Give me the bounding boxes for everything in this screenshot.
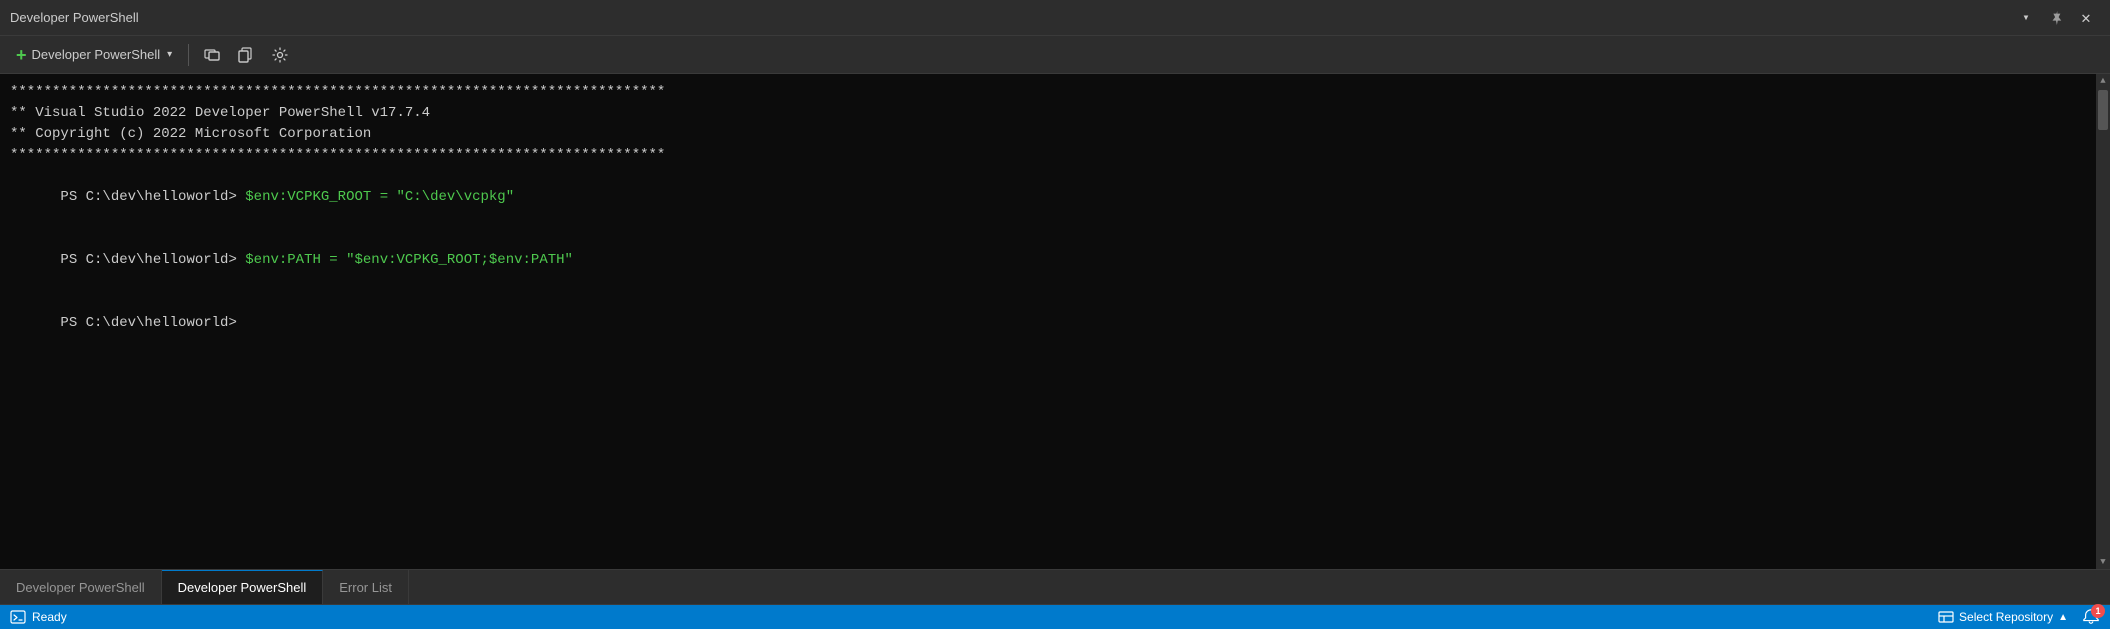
tabs-bar: Developer PowerShell Developer PowerShel…	[0, 569, 2110, 605]
pin-icon	[2049, 11, 2063, 25]
plus-icon: +	[16, 46, 27, 64]
gear-icon	[272, 47, 288, 63]
cmd-line-1: PS C:\dev\helloworld> $env:VCPKG_ROOT = …	[10, 166, 2086, 229]
copy-icon	[238, 47, 254, 63]
cmd-line-3: PS C:\dev\helloworld>	[10, 292, 2086, 355]
repository-icon	[1938, 609, 1954, 625]
repo-icon	[1938, 609, 1954, 625]
tab-error-list[interactable]: Error List	[323, 570, 409, 604]
select-repository-button[interactable]: Select Repository ▲	[1932, 607, 2074, 627]
tab-label-3: Error List	[339, 580, 392, 595]
status-right: Select Repository ▲ 1	[1932, 607, 2100, 627]
tab-developer-powershell-2[interactable]: Developer PowerShell	[162, 570, 324, 604]
info-line-1: ** Visual Studio 2022 Developer PowerShe…	[10, 103, 2086, 124]
toolbar-dropdown-arrow: ▾	[167, 49, 172, 60]
status-bar: Ready Select Repository ▲ 1	[0, 605, 2110, 629]
tab-label-2: Developer PowerShell	[178, 580, 307, 595]
copy-button[interactable]	[231, 40, 261, 70]
repo-arrow: ▲	[2058, 612, 2068, 623]
notification-bell[interactable]: 1	[2082, 608, 2100, 626]
prompt-1: PS C:\dev\helloworld>	[60, 189, 245, 205]
cmd2-green: $env:PATH = "$env:VCPKG_ROOT;$env:PATH"	[245, 252, 573, 268]
prompt-2: PS C:\dev\helloworld>	[60, 252, 245, 268]
split-terminal-button[interactable]	[197, 40, 227, 70]
new-terminal-button[interactable]: + Developer PowerShell ▾	[8, 42, 180, 68]
scroll-track[interactable]	[2096, 88, 2110, 555]
title-bar-controls: ▾ ✕	[2012, 4, 2100, 32]
ready-text: Ready	[32, 610, 67, 624]
scrollbar[interactable]: ▲ ▼	[2096, 74, 2110, 569]
close-button[interactable]: ✕	[2072, 4, 2100, 32]
dropdown-button[interactable]: ▾	[2012, 4, 2040, 32]
terminal-container: ****************************************…	[0, 74, 2110, 569]
info-line-2: ** Copyright (c) 2022 Microsoft Corporat…	[10, 124, 2086, 145]
scroll-down-button[interactable]: ▼	[2096, 555, 2110, 569]
notification-count: 1	[2091, 604, 2105, 618]
prompt-3: PS C:\dev\helloworld>	[60, 315, 245, 331]
ready-icon	[10, 609, 26, 625]
toolbar-separator	[188, 44, 189, 66]
cmd-line-2: PS C:\dev\helloworld> $env:PATH = "$env:…	[10, 229, 2086, 292]
title-bar-left: Developer PowerShell	[10, 10, 139, 25]
tab-label-1: Developer PowerShell	[16, 580, 145, 595]
scroll-thumb[interactable]	[2098, 90, 2108, 130]
split-icon	[204, 47, 220, 63]
status-left: Ready	[10, 609, 67, 625]
toolbar: + Developer PowerShell ▾	[0, 36, 2110, 74]
terminal-output[interactable]: ****************************************…	[0, 74, 2096, 569]
toolbar-label: Developer PowerShell	[32, 47, 161, 62]
settings-button[interactable]	[265, 40, 295, 70]
scroll-up-button[interactable]: ▲	[2096, 74, 2110, 88]
tab-developer-powershell-1[interactable]: Developer PowerShell	[0, 570, 162, 604]
star-line-1: ****************************************…	[10, 82, 2086, 103]
star-line-2: ****************************************…	[10, 145, 2086, 166]
title-bar: Developer PowerShell ▾ ✕	[0, 0, 2110, 36]
cmd1-green: $env:VCPKG_ROOT = "C:\dev\vcpkg"	[245, 189, 514, 205]
window-title: Developer PowerShell	[10, 10, 139, 25]
pin-button[interactable]	[2042, 4, 2070, 32]
repo-label: Select Repository	[1959, 610, 2053, 624]
shell-icon	[10, 609, 26, 625]
